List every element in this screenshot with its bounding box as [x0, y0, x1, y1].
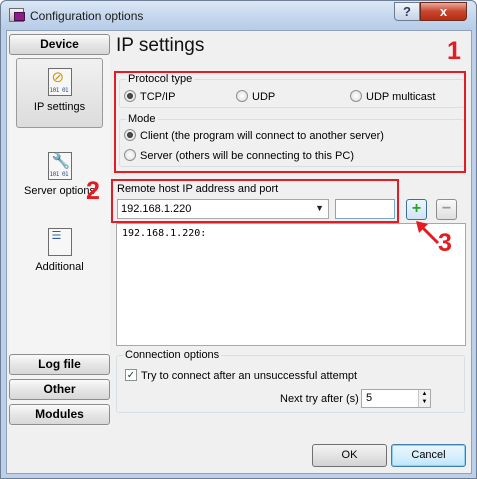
connection-options-group: Connection options ✓ Try to connect after… [116, 349, 465, 413]
sidebar: Device ⊘ 101 01 IP settings 🔧 101 01 Ser… [9, 34, 110, 426]
sidebar-item-label: Additional [35, 261, 84, 273]
retry-checkbox[interactable]: ✓ Try to connect after an unsuccessful at… [125, 369, 357, 382]
next-try-label: Next try after (s) [280, 393, 359, 405]
mode-client-radio[interactable]: Client (the program will connect to anot… [124, 129, 384, 142]
sidebar-item-additional[interactable]: ☰ Additional [9, 228, 110, 273]
radio-selected-icon [124, 129, 136, 142]
spinner-arrows-icon[interactable]: ▲ ▼ [418, 390, 430, 407]
radio-unselected-icon [124, 149, 136, 162]
remove-host-button[interactable]: − [436, 199, 457, 220]
chevron-down-icon[interactable]: ▼ [315, 203, 324, 213]
app-icon [9, 8, 25, 22]
device-button[interactable]: Device [9, 34, 110, 55]
remote-ip-value: 192.168.1.220 [121, 203, 192, 215]
log-file-button[interactable]: Log file [9, 354, 110, 375]
radio-unselected-icon [236, 90, 248, 103]
port-input[interactable] [335, 199, 395, 219]
mode-group: Mode Client (the program will connect to… [119, 113, 465, 167]
help-button[interactable]: ? [394, 2, 420, 21]
radio-unselected-icon [350, 90, 362, 103]
wrench-icon: 🔧 101 01 [47, 152, 72, 180]
cancel-button[interactable]: Cancel [391, 444, 466, 467]
protocol-udp-radio[interactable]: UDP [236, 90, 275, 103]
annotation-marker-1: 1 [447, 37, 461, 65]
protocol-type-legend: Protocol type [126, 73, 195, 85]
page-title: IP settings [116, 35, 205, 56]
host-list-entry: 192.168.1.220: [122, 228, 207, 239]
window-title: Configuration options [30, 9, 144, 23]
annotation-marker-3: 3 [438, 229, 452, 257]
dialog-client-area: Device ⊘ 101 01 IP settings 🔧 101 01 Ser… [6, 30, 472, 474]
ip-settings-icon: ⊘ 101 01 [47, 68, 72, 96]
modules-button[interactable]: Modules [9, 404, 110, 425]
remote-ip-combobox[interactable]: 192.168.1.220 ▼ [117, 199, 329, 219]
protocol-tcpip-radio[interactable]: TCP/IP [124, 90, 175, 103]
protocol-udp-multicast-radio[interactable]: UDP multicast [350, 90, 435, 103]
protocol-type-group: Protocol type TCP/IP UDP UDP multicast [119, 73, 465, 108]
next-try-value: 5 [366, 392, 373, 404]
sidebar-item-ip-settings[interactable]: ⊘ 101 01 IP settings [16, 58, 103, 128]
mode-server-radio[interactable]: Server (others will be connecting to thi… [124, 149, 354, 162]
other-button[interactable]: Other [9, 379, 110, 400]
sidebar-item-label: IP settings [33, 101, 86, 113]
list-icon: ☰ [47, 228, 72, 256]
configuration-window: Configuration options ? x Device ⊘ 101 0… [0, 0, 477, 479]
title-bar[interactable]: Configuration options ? x [1, 1, 476, 30]
close-button[interactable]: x [420, 2, 467, 21]
ok-button[interactable]: OK [312, 444, 387, 467]
checkmark-icon: ✓ [125, 369, 137, 382]
connection-options-legend: Connection options [123, 349, 222, 361]
mode-legend: Mode [126, 113, 158, 125]
add-host-button[interactable]: + [406, 199, 427, 220]
radio-selected-icon [124, 90, 136, 103]
annotation-marker-2: 2 [86, 177, 100, 205]
next-try-spinner[interactable]: 5 ▲ ▼ [361, 389, 431, 408]
remote-host-legend: Remote host IP address and port [117, 183, 279, 195]
